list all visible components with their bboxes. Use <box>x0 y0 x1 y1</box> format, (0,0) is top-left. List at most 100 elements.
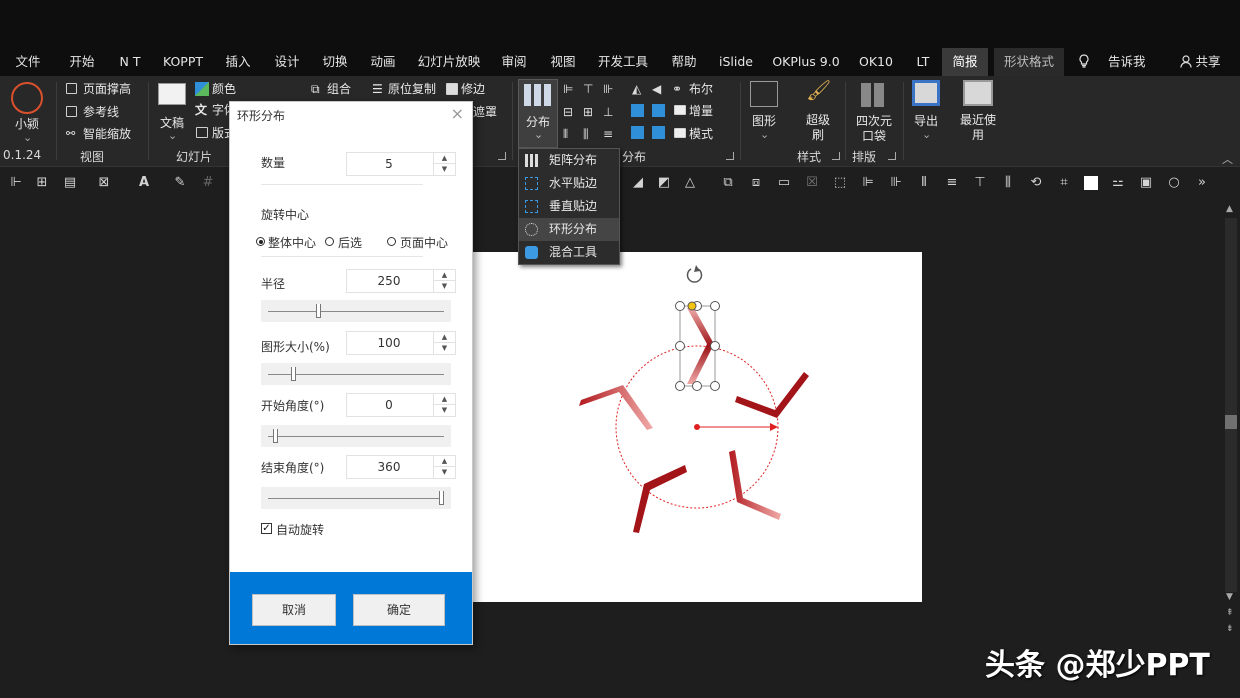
layout-icon[interactable] <box>196 127 208 138</box>
arrow-up-icon[interactable] <box>631 126 644 139</box>
close-icon[interactable]: × <box>451 104 464 123</box>
size-input[interactable]: 100 <box>347 332 431 354</box>
cross-box-icon[interactable]: ⊠ <box>96 175 112 191</box>
center-icon[interactable]: ⊞ <box>34 175 50 191</box>
count-stepper[interactable]: 5 ▲ ▼ <box>346 152 456 176</box>
start-angle-slider[interactable] <box>261 425 451 447</box>
tab-animations[interactable]: 动画 <box>363 48 403 76</box>
shadow-icon[interactable]: ◩ <box>656 175 672 191</box>
increment-icon[interactable]: ▲ <box>434 270 455 281</box>
dialog-launcher-icon[interactable] <box>888 152 896 160</box>
radius-stepper[interactable]: 250 ▲ ▼ <box>346 269 456 293</box>
size-slider[interactable] <box>261 363 451 385</box>
recent-icon[interactable] <box>963 80 993 106</box>
align-right-icon[interactable]: ⊪ <box>603 81 613 97</box>
white-square-icon[interactable] <box>1084 176 1098 190</box>
radio-whole-center-label[interactable]: 整体中心 <box>268 234 316 251</box>
crop-icon[interactable]: ⌗ <box>1056 175 1072 191</box>
radio-whole-center[interactable] <box>256 237 265 246</box>
radio-last-selected[interactable] <box>325 237 334 246</box>
radius-input[interactable]: 250 <box>347 270 431 292</box>
align-l-icon[interactable]: ⊫ <box>860 175 876 191</box>
decrement-icon[interactable]: ▼ <box>434 467 455 478</box>
font-color-icon[interactable]: A <box>136 175 152 191</box>
xiaoying-logo-icon[interactable] <box>11 82 43 114</box>
decrement-icon[interactable]: ▼ <box>434 164 455 175</box>
increment-icon[interactable]: ▲ <box>434 456 455 467</box>
copy-in-place-label[interactable]: 原位复制 <box>388 81 436 97</box>
boolean-icon[interactable]: ⚭ <box>672 81 682 97</box>
dropdown-item-matrix[interactable]: 矩阵分布 <box>519 149 619 172</box>
slider-knob[interactable] <box>291 367 296 381</box>
color-icon[interactable] <box>195 82 209 96</box>
4d-pocket-label[interactable]: 四次元口袋 <box>854 114 894 144</box>
tab-okplus[interactable]: OKPlus 9.0 <box>770 48 842 76</box>
tab-help[interactable]: 帮助 <box>664 48 704 76</box>
auto-rotate-label[interactable]: 自动旋转 <box>276 521 324 538</box>
dropdown-item-vertical-snap[interactable]: 垂直贴边 <box>519 195 619 218</box>
group-label[interactable]: 组合 <box>327 81 351 97</box>
start-angle-stepper[interactable]: 0 ▲ ▼ <box>346 393 456 417</box>
end-angle-stepper[interactable]: 360 ▲ ▼ <box>346 455 456 479</box>
trim-icon[interactable] <box>446 83 458 95</box>
4d-pocket-icon[interactable] <box>861 83 885 107</box>
share-button[interactable]: 共享 <box>1172 48 1228 76</box>
slider-knob[interactable] <box>439 491 444 505</box>
checkbox-page-height[interactable] <box>66 83 77 94</box>
radio-page-center-label[interactable]: 页面中心 <box>400 234 448 251</box>
ok-button[interactable]: 确定 <box>353 594 445 626</box>
select-icon[interactable]: ⬚ <box>832 175 848 191</box>
decrement-icon[interactable]: ▼ <box>434 405 455 416</box>
copy-in-place-icon[interactable]: ☰ <box>372 81 383 97</box>
increment-icon[interactable]: ▲ <box>434 153 455 164</box>
arrow-left-icon[interactable] <box>631 104 644 117</box>
vertical-scrollbar[interactable]: ▲ ▼ ⇞ ⇟ <box>1222 202 1240 642</box>
mode-label[interactable]: 模式 <box>689 126 713 142</box>
tab-developer[interactable]: 开发工具 <box>592 48 654 76</box>
arrow-right-icon[interactable] <box>652 104 665 117</box>
slider-knob[interactable] <box>273 429 278 443</box>
flip-left-icon[interactable]: ◭ <box>632 81 641 97</box>
arrow-down-icon[interactable] <box>652 126 665 139</box>
super-brush-icon[interactable]: 🖌 <box>806 80 831 100</box>
export-icon[interactable] <box>912 80 940 106</box>
color-label[interactable]: 颜色 <box>212 81 236 97</box>
tab-koppt[interactable]: KOPPT <box>158 48 208 76</box>
lasso-icon[interactable]: ⟲ <box>1028 175 1044 191</box>
align-bottom-icon[interactable]: ⊥ <box>603 104 613 120</box>
textbox-small-icon[interactable]: ▤ <box>62 175 78 191</box>
align-icon[interactable]: ⊩ <box>8 175 24 191</box>
dist-v-icon[interactable]: ≡ <box>944 175 960 191</box>
tab-islide[interactable]: iSlide <box>713 48 759 76</box>
distribute-h-icon[interactable]: ⫴ <box>563 126 568 142</box>
tab-jianbao[interactable]: 简报 <box>942 48 988 76</box>
trim-label[interactable]: 修边 <box>461 81 485 97</box>
end-angle-slider[interactable] <box>261 487 451 509</box>
checkbox-guides[interactable] <box>66 106 77 117</box>
front-icon[interactable]: ⧉ <box>720 175 736 191</box>
align-left-icon[interactable]: ⊫ <box>563 81 573 97</box>
distribute-v-icon[interactable]: ⫼ <box>583 126 589 142</box>
scroll-track[interactable] <box>1225 218 1237 592</box>
tab-view[interactable]: 视图 <box>543 48 583 76</box>
increment-icon[interactable]: ▲ <box>434 394 455 405</box>
paint-icon[interactable]: ◢ <box>630 175 646 191</box>
smart-zoom-label[interactable]: 智能缩放 <box>83 126 131 142</box>
dropdown-item-horizontal-snap[interactable]: 水平贴边 <box>519 172 619 195</box>
super-brush-label[interactable]: 超级刷 <box>806 113 830 143</box>
radius-slider[interactable] <box>261 300 451 322</box>
scroll-down-icon[interactable]: ▼ <box>1226 592 1233 602</box>
flip-right-icon[interactable]: ◀ <box>652 81 661 97</box>
image-box-icon[interactable]: ▭ <box>776 175 792 191</box>
end-angle-input[interactable]: 360 <box>347 456 431 478</box>
align-center-icon[interactable]: ⊟ <box>563 104 573 120</box>
angle-icon[interactable]: △ <box>682 175 698 191</box>
tab-slideshow[interactable]: 幻灯片放映 <box>413 48 485 76</box>
tab-nt[interactable]: N T <box>112 48 148 76</box>
align-middle-icon[interactable]: ⊞ <box>583 104 593 120</box>
increment-icon[interactable]: ▲ <box>434 332 455 343</box>
tab-ok10[interactable]: OK10 <box>853 48 899 76</box>
radio-page-center[interactable] <box>387 237 396 246</box>
picture-icon[interactable]: ▣ <box>1138 175 1154 191</box>
dist-h-icon[interactable]: ⫴ <box>916 175 932 191</box>
